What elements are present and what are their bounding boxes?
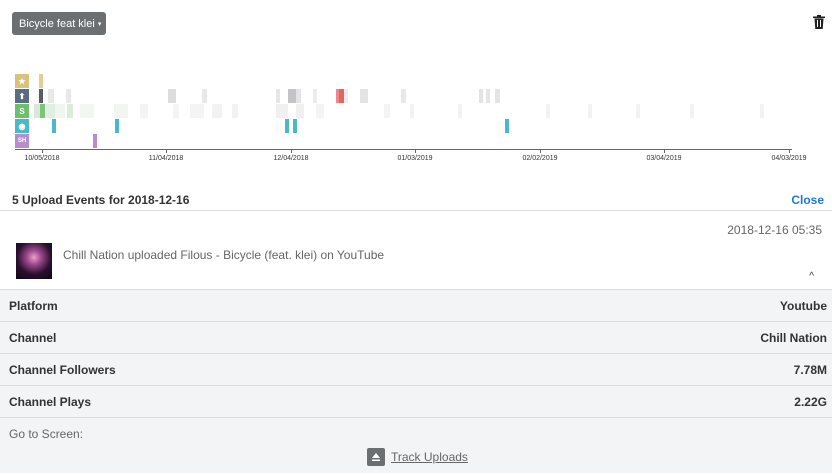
- detail-key: Channel Plays: [9, 394, 92, 409]
- timeline-cell[interactable]: [288, 89, 296, 103]
- timeline-cell[interactable]: [296, 89, 301, 103]
- detail-value: Youtube: [779, 298, 827, 313]
- detail-row-channel: Channel Chill Nation: [0, 321, 832, 353]
- event-timestamp: 2018-12-16 05:35: [727, 223, 822, 237]
- timeline-cell[interactable]: [212, 104, 222, 118]
- timeline-cell[interactable]: [93, 134, 97, 148]
- timeline-cell[interactable]: [39, 74, 43, 88]
- timeline-axis: [15, 149, 792, 150]
- timeline-cell[interactable]: [173, 104, 179, 118]
- event-description: Chill Nation uploaded Filous - Bicycle (…: [63, 248, 385, 262]
- timeline-cell[interactable]: [276, 89, 280, 103]
- timeline-cell[interactable]: [285, 119, 289, 133]
- detail-value: 7.78M: [793, 362, 827, 377]
- timeline-cell[interactable]: [495, 89, 500, 103]
- goto-screen-label: Go to Screen:: [9, 427, 84, 441]
- timeline-cell[interactable]: [168, 89, 176, 103]
- divider: [0, 210, 832, 211]
- axis-tick-label: 03/04/2019: [646, 155, 682, 162]
- track-select-label: Bicycle feat klei: [19, 17, 95, 30]
- upload-row-icon: ⬆: [15, 89, 29, 103]
- timeline-cell[interactable]: [296, 104, 304, 118]
- star-row-icon: ★: [15, 74, 29, 88]
- timeline-cell[interactable]: [690, 104, 694, 118]
- timeline-cell[interactable]: [636, 104, 640, 118]
- goto-screen-section: Go to Screen: Track Uploads: [0, 417, 832, 473]
- detail-value: Chill Nation: [760, 330, 827, 345]
- timeline-cell[interactable]: [80, 104, 94, 118]
- timeline-cell[interactable]: [458, 104, 462, 118]
- axis-tick: [415, 149, 416, 153]
- timeline-cell[interactable]: [384, 104, 390, 118]
- detail-key: Channel Followers: [9, 362, 116, 377]
- timeline-cell[interactable]: [52, 119, 56, 133]
- detail-row-channel-followers: Channel Followers 7.78M: [0, 353, 832, 385]
- timeline-cell[interactable]: [232, 104, 238, 118]
- track-select-dropdown[interactable]: Bicycle feat klei ▾: [12, 12, 106, 35]
- timeline-cell[interactable]: [202, 89, 207, 103]
- shazam-row-icon: S: [15, 104, 29, 118]
- timeline-cell[interactable]: [48, 89, 54, 103]
- detail-row-channel-plays: Channel Plays 2.22G: [0, 385, 832, 417]
- close-button[interactable]: Close: [791, 193, 824, 207]
- axis-tick: [42, 149, 43, 153]
- chevron-down-icon: ▾: [97, 20, 102, 28]
- timeline-cell[interactable]: [114, 104, 128, 118]
- timeline-cell[interactable]: [546, 104, 550, 118]
- timeline-cell[interactable]: [67, 104, 73, 118]
- views-row-icon: ◉: [15, 119, 29, 133]
- trash-icon[interactable]: [813, 15, 827, 31]
- axis-tick-label: 04/03/2019: [771, 155, 807, 162]
- axis-tick: [540, 149, 541, 153]
- detail-key: Channel: [9, 330, 57, 345]
- events-title: 5 Upload Events for 2018-12-16: [12, 193, 190, 207]
- timeline-cell[interactable]: [344, 89, 348, 103]
- axis-tick: [664, 149, 665, 153]
- upload-icon: [367, 448, 385, 466]
- detail-row-platform: Platform Youtube: [0, 289, 832, 321]
- timeline-cell[interactable]: [115, 119, 119, 133]
- timeline-cell[interactable]: [140, 104, 148, 118]
- chevron-up-icon[interactable]: ^: [809, 271, 814, 282]
- timeline-cell[interactable]: [45, 104, 55, 118]
- timeline-cell[interactable]: [588, 104, 592, 118]
- sh-row-icon: SH: [15, 134, 29, 148]
- track-uploads-label: Track Uploads: [391, 450, 468, 464]
- axis-tick-label: 02/02/2019: [522, 155, 558, 162]
- event-thumbnail: [16, 243, 52, 279]
- axis-tick: [166, 149, 167, 153]
- timeline-cell[interactable]: [293, 119, 297, 133]
- axis-tick-label: 01/03/2019: [397, 155, 433, 162]
- timeline-cell[interactable]: [401, 89, 406, 103]
- axis-tick-label: 11/04/2018: [148, 155, 184, 162]
- detail-key: Platform: [9, 298, 58, 313]
- timeline-cell[interactable]: [505, 119, 509, 133]
- timeline-cell[interactable]: [66, 89, 71, 103]
- timeline-cell[interactable]: [190, 104, 204, 118]
- timeline-cell[interactable]: [479, 89, 483, 103]
- axis-tick-label: 12/04/2018: [273, 155, 309, 162]
- timeline-cell[interactable]: [360, 89, 368, 103]
- timeline-cell[interactable]: [313, 89, 317, 103]
- timeline-cell[interactable]: [39, 89, 43, 103]
- axis-tick: [789, 149, 790, 153]
- timeline-cell[interactable]: [55, 104, 65, 118]
- timeline-cell[interactable]: [276, 104, 288, 118]
- timeline-cell[interactable]: [760, 104, 764, 118]
- timeline-cell[interactable]: [316, 104, 324, 118]
- event-details-table: Platform Youtube Channel Chill Nation Ch…: [0, 289, 832, 473]
- axis-tick: [291, 149, 292, 153]
- axis-tick-label: 10/05/2018: [24, 155, 60, 162]
- timeline-cell[interactable]: [410, 104, 414, 118]
- detail-value: 2.22G: [794, 394, 827, 409]
- track-uploads-link[interactable]: Track Uploads: [367, 448, 468, 466]
- timeline-cell[interactable]: [486, 89, 490, 103]
